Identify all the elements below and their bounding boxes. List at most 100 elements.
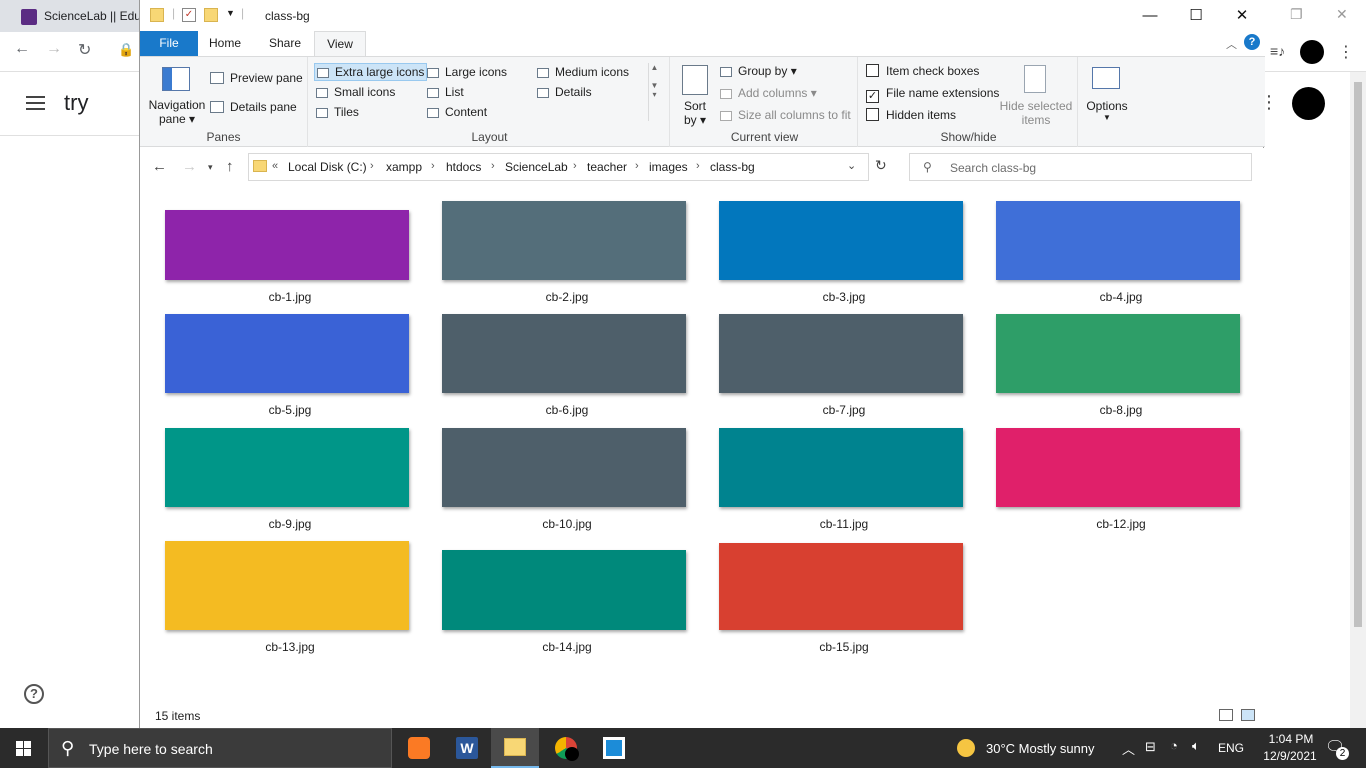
image-thumbnail[interactable] [719,543,963,630]
qa-dropdown-icon[interactable]: ▼ [226,8,235,18]
crumb-class-bg[interactable]: class-bg [710,160,755,174]
image-thumbnail[interactable] [442,314,686,393]
layout-scroll[interactable]: ▲ ▼ ▾ [648,63,660,121]
crumb-images[interactable]: images [649,160,688,174]
large-icons-option[interactable]: Large icons [427,65,507,79]
ide-app[interactable] [590,728,638,768]
item-check-boxes-option[interactable]: Item check boxes [866,64,979,78]
path-dropdown-icon[interactable]: ⌄ [847,159,856,172]
back-arrow-icon[interactable]: ← [14,40,30,58]
clock-date[interactable]: 12/9/2021 [1255,749,1325,763]
browser-menu-icon[interactable]: ⋮ [1338,42,1354,62]
medium-icons-option[interactable]: Medium icons [537,65,629,79]
list-option[interactable]: List [427,85,464,99]
browser-close-icon[interactable]: ✕ [1336,6,1348,23]
image-thumbnail[interactable] [165,428,409,507]
up-button-icon[interactable]: ↑ [226,158,234,175]
chevron-right-icon[interactable]: › [491,160,495,172]
image-thumbnail[interactable] [996,428,1240,507]
start-button[interactable] [0,728,48,768]
large-icons-view-icon[interactable] [1241,709,1255,721]
volume-icon[interactable]: 🔈︎ [1192,738,1200,754]
chevron-right-icon[interactable]: › [431,160,435,172]
tab-view[interactable]: View [314,31,366,56]
image-thumbnail[interactable] [165,210,409,280]
help-icon[interactable]: ? [1244,34,1260,50]
crumb-teacher[interactable]: teacher [587,160,627,174]
crumb-htdocs[interactable]: htdocs [446,160,481,174]
tab-share[interactable]: Share [260,31,310,56]
image-thumbnail[interactable] [719,428,963,507]
file-explorer-app[interactable] [491,728,539,768]
collapse-ribbon-icon[interactable]: ︿ [1226,36,1237,52]
image-thumbnail[interactable] [996,314,1240,393]
profile-avatar[interactable] [1300,40,1324,64]
image-thumbnail[interactable] [165,541,409,630]
scrollbar-thumb[interactable] [1354,82,1362,627]
image-thumbnail[interactable] [996,201,1240,280]
chevron-right-icon[interactable]: › [635,160,639,172]
weather-text[interactable]: 30°C Mostly sunny [986,741,1095,756]
details-option[interactable]: Details [537,85,592,99]
word-app[interactable]: W [443,728,491,768]
language-indicator[interactable]: ENG [1218,741,1244,755]
tab-file[interactable]: File [140,31,198,56]
tiles-option[interactable]: Tiles [316,105,359,119]
chevron-right-icon[interactable]: › [696,160,700,172]
group-by-button[interactable]: Group by ▾ [720,64,797,78]
image-thumbnail[interactable] [719,201,963,280]
close-icon[interactable]: ✕ [1219,0,1265,31]
clock-time[interactable]: 1:04 PM [1263,732,1319,746]
wifi-icon[interactable]: ◔ [1170,738,1178,753]
reload-icon[interactable]: ↻ [78,40,91,60]
image-thumbnail[interactable] [442,428,686,507]
xampp-app[interactable] [395,728,443,768]
small-icons-option[interactable]: Small icons [316,85,395,99]
address-path[interactable]: « Local Disk (C:) › xampp › htdocs › Sci… [248,153,869,181]
image-thumbnail[interactable] [719,314,963,393]
navigation-pane-button[interactable]: Navigation pane ▾ [148,63,206,126]
extra-large-icons-option[interactable]: Extra large icons [314,63,428,81]
image-thumbnail[interactable] [442,201,686,280]
taskbar-search[interactable]: ⚲ Type here to search [48,728,392,768]
maximize-icon[interactable]: ☐ [1173,0,1219,31]
new-folder-icon[interactable] [204,8,218,22]
show-hidden-icons-icon[interactable]: ︿ [1122,739,1135,758]
hamburger-menu-icon[interactable] [26,96,45,110]
forward-button-icon[interactable]: → [182,158,197,175]
user-avatar[interactable] [1292,87,1325,120]
properties-check-icon[interactable]: ✓ [182,8,196,22]
options-button[interactable]: Options ▼ [1080,63,1134,127]
media-queue-icon[interactable]: ≡♪ [1270,43,1285,59]
recent-locations-icon[interactable]: ▾ [208,162,213,173]
chevron-right-icon[interactable]: › [370,160,374,172]
hidden-items-checkbox[interactable] [866,108,879,121]
add-columns-button[interactable]: Add columns ▾ [720,86,817,100]
item-check-boxes-checkbox[interactable] [866,64,879,77]
search-input[interactable]: ⚲ Search class-bg [909,153,1252,181]
back-button-icon[interactable]: ← [152,158,167,175]
refresh-icon[interactable]: ↻ [875,157,887,174]
size-columns-button[interactable]: Size all columns to fit [720,108,851,122]
details-pane-button[interactable]: Details pane [210,100,297,114]
chevron-right-icon[interactable]: › [573,160,577,172]
browser-scrollbar[interactable] [1350,72,1366,728]
sort-by-button[interactable]: Sort by ▾ [678,63,712,127]
crumb-sciencelab[interactable]: ScienceLab [505,160,568,174]
help-icon[interactable]: ? [24,684,44,704]
details-view-icon[interactable] [1219,709,1233,721]
content-option[interactable]: Content [427,105,487,119]
tab-home[interactable]: Home [200,31,250,56]
browser-tab[interactable]: ScienceLab || Edu [0,0,141,32]
chrome-app[interactable] [542,728,590,768]
forward-arrow-icon[interactable]: → [46,40,62,58]
hidden-items-option[interactable]: Hidden items [866,108,956,122]
restore-icon[interactable]: ❐ [1290,6,1303,23]
weather-icon[interactable] [957,739,975,757]
file-name-extensions-option[interactable]: ✓ File name extensions [866,86,999,103]
image-thumbnail[interactable] [165,314,409,393]
hide-selected-items-button[interactable]: Hide selected items [998,63,1074,127]
crumb-xampp[interactable]: xampp [386,160,422,174]
minimize-icon[interactable]: — [1127,0,1173,31]
network-icon[interactable]: ⊟ [1145,739,1156,755]
